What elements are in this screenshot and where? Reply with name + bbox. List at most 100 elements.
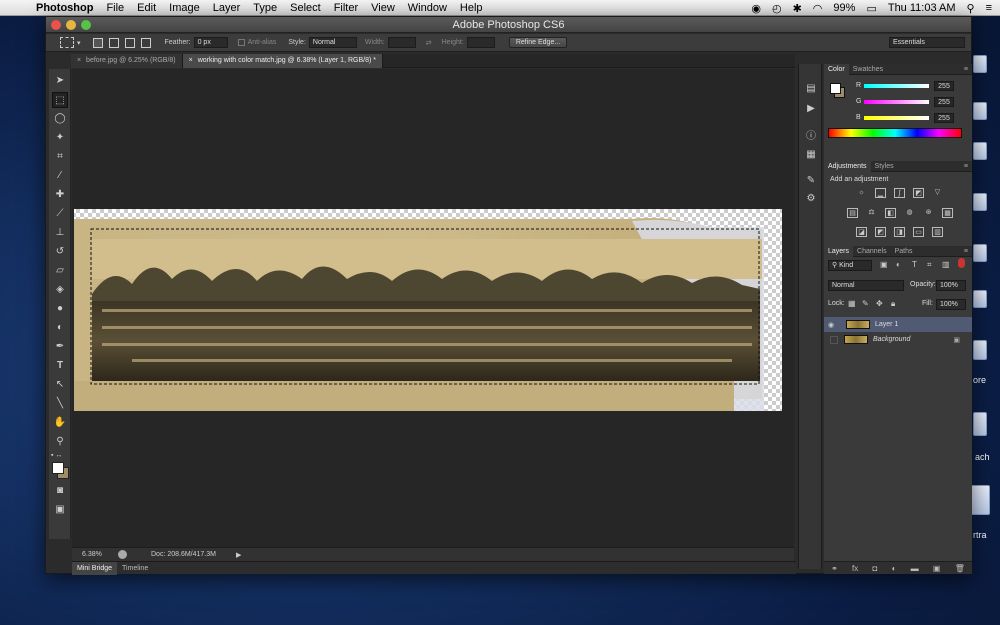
tab-color[interactable]: Color bbox=[824, 63, 849, 75]
antialias-checkbox[interactable] bbox=[237, 39, 245, 46]
tab-channels[interactable]: Channels bbox=[853, 246, 891, 257]
desktop-file-icon[interactable] bbox=[973, 193, 987, 211]
blue-value[interactable]: 255 bbox=[934, 113, 954, 123]
default-colors-icon[interactable]: ▪ ↔ bbox=[51, 452, 62, 459]
blue-slider[interactable] bbox=[864, 116, 929, 120]
lock-image-icon[interactable]: ✎ bbox=[862, 299, 869, 308]
invert-icon[interactable]: ◪ bbox=[856, 227, 867, 237]
color-balance-icon[interactable]: ⚖ bbox=[866, 208, 877, 218]
photo-filter-icon[interactable]: ◍ bbox=[904, 208, 915, 218]
tab-before[interactable]: × before.jpg @ 6.25% (RGB/8) bbox=[71, 54, 183, 68]
red-slider[interactable] bbox=[864, 84, 929, 88]
desktop-file-icon[interactable] bbox=[973, 340, 987, 360]
properties-panel-icon[interactable]: ▦ bbox=[803, 148, 819, 162]
color-lookup-icon[interactable]: ▦ bbox=[942, 208, 953, 218]
tool-preset-dropdown-icon[interactable]: ▾ bbox=[77, 39, 81, 47]
menubar-clock[interactable]: Thu 11:03 AM bbox=[888, 2, 956, 14]
eye-visibility-toggle[interactable] bbox=[830, 335, 838, 344]
link-layers-icon[interactable]: ⚭ bbox=[831, 564, 838, 573]
quick-mask-icon[interactable]: ◙ bbox=[52, 483, 68, 499]
add-mask-icon[interactable]: ◘ bbox=[873, 564, 878, 573]
black-white-icon[interactable]: ◧ bbox=[885, 208, 896, 218]
tab-adjustments[interactable]: Adjustments bbox=[824, 160, 871, 172]
pen-tool-icon[interactable]: ✒ bbox=[52, 339, 68, 355]
menu-file[interactable]: File bbox=[106, 2, 124, 14]
threshold-icon[interactable]: ◨ bbox=[894, 227, 905, 237]
menu-image[interactable]: Image bbox=[169, 2, 200, 14]
blend-mode-dropdown[interactable]: Normal bbox=[828, 280, 904, 291]
filter-pixel-icon[interactable]: ▣ bbox=[880, 260, 888, 269]
panel-menu-icon[interactable]: ≡ bbox=[964, 163, 968, 170]
new-layer-icon[interactable]: ▣ bbox=[933, 564, 941, 573]
swap-dimensions-icon[interactable]: ⇄ bbox=[426, 39, 432, 47]
crop-tool-icon[interactable]: ⌗ bbox=[52, 149, 68, 165]
green-value[interactable]: 255 bbox=[934, 97, 954, 107]
spotlight-icon[interactable]: ⚲ bbox=[967, 2, 975, 15]
height-input[interactable] bbox=[466, 37, 495, 48]
layer-filter-kind-dropdown[interactable]: ⚲ Kind bbox=[828, 260, 872, 271]
add-selection-icon[interactable] bbox=[108, 37, 119, 48]
layer-row[interactable]: Background ▣ bbox=[824, 332, 972, 347]
canvas-area[interactable] bbox=[72, 69, 794, 547]
menu-window[interactable]: Window bbox=[408, 2, 447, 14]
status-menu-icon[interactable] bbox=[118, 550, 127, 559]
wifi-status-icon[interactable]: ◉ bbox=[751, 2, 761, 15]
new-selection-icon[interactable] bbox=[92, 37, 103, 48]
subtract-selection-icon[interactable] bbox=[124, 37, 135, 48]
style-dropdown[interactable]: Normal bbox=[308, 37, 357, 48]
tab-mini-bridge[interactable]: Mini Bridge bbox=[72, 561, 118, 575]
tab-styles[interactable]: Styles bbox=[871, 161, 898, 172]
curves-icon[interactable]: ∫ bbox=[894, 188, 905, 198]
refine-edge-button[interactable]: Refine Edge... bbox=[508, 37, 568, 48]
time-machine-icon[interactable]: ◴ bbox=[772, 2, 782, 15]
tab-working[interactable]: × working with color match.jpg @ 6.38% (… bbox=[182, 54, 383, 68]
battery-percent[interactable]: 99% bbox=[833, 2, 855, 14]
red-value[interactable]: 255 bbox=[934, 81, 954, 91]
desktop-file-icon[interactable] bbox=[973, 244, 987, 262]
width-input[interactable] bbox=[387, 37, 416, 48]
desktop-file-icon[interactable] bbox=[973, 412, 987, 436]
opacity-input[interactable]: 100% bbox=[936, 280, 966, 291]
brush-panel-icon[interactable]: ✎ bbox=[803, 174, 819, 188]
brightness-contrast-icon[interactable]: ☼ bbox=[856, 188, 867, 198]
lock-all-icon[interactable]: 🔒︎ bbox=[891, 299, 895, 309]
menu-select[interactable]: Select bbox=[290, 2, 321, 14]
line-tool-icon[interactable]: ╲ bbox=[52, 396, 68, 412]
vibrance-icon[interactable]: ▽ bbox=[932, 188, 943, 198]
info-panel-icon[interactable]: ⓘ bbox=[803, 130, 819, 144]
history-brush-tool-icon[interactable]: ↺ bbox=[52, 244, 68, 260]
menu-edit[interactable]: Edit bbox=[137, 2, 156, 14]
filter-adjustment-icon[interactable]: ◐ bbox=[896, 260, 901, 269]
status-arrow-icon[interactable]: ▶ bbox=[236, 551, 241, 559]
tool-presets-icon[interactable]: ⚙ bbox=[803, 192, 819, 206]
desktop-file-icon[interactable] bbox=[970, 485, 990, 515]
panel-menu-icon[interactable]: ≡ bbox=[964, 248, 968, 255]
minimize-window-button[interactable] bbox=[66, 20, 76, 30]
hue-saturation-icon[interactable]: ▤ bbox=[847, 208, 858, 218]
dodge-tool-icon[interactable]: ◐ bbox=[52, 320, 68, 336]
menu-view[interactable]: View bbox=[371, 2, 395, 14]
filter-smart-object-icon[interactable]: ▥ bbox=[942, 260, 950, 269]
zoom-tool-icon[interactable]: ⚲ bbox=[52, 434, 68, 450]
panel-foreground-swatch[interactable] bbox=[830, 83, 841, 94]
selective-color-icon[interactable]: ▥ bbox=[932, 227, 943, 237]
color-spectrum-bar[interactable] bbox=[828, 128, 962, 138]
screen-mode-icon[interactable]: ▣ bbox=[52, 502, 68, 518]
fill-input[interactable]: 100% bbox=[936, 299, 966, 310]
tab-swatches[interactable]: Swatches bbox=[849, 64, 887, 75]
layer-row[interactable]: ◉ Layer 1 bbox=[824, 317, 972, 332]
delete-layer-icon[interactable]: 🗑︎ bbox=[955, 564, 965, 573]
move-tool-icon[interactable]: ➤ bbox=[52, 73, 68, 89]
history-panel-icon[interactable]: ▤ bbox=[803, 82, 819, 96]
battery-icon[interactable]: ▭ bbox=[866, 2, 876, 15]
hand-tool-icon[interactable]: ✋ bbox=[52, 415, 68, 431]
tab-timeline[interactable]: Timeline bbox=[117, 562, 153, 575]
new-adjustment-layer-icon[interactable]: ◐ bbox=[892, 564, 897, 573]
desktop-file-icon[interactable] bbox=[973, 290, 987, 308]
actions-panel-icon[interactable]: ▶ bbox=[803, 102, 819, 116]
quick-selection-tool-icon[interactable]: ✦ bbox=[52, 130, 68, 146]
lasso-tool-icon[interactable]: ◯ bbox=[52, 111, 68, 127]
filter-toggle-icon[interactable] bbox=[958, 258, 965, 268]
clone-stamp-tool-icon[interactable]: ⊥ bbox=[52, 225, 68, 241]
levels-icon[interactable]: ▁ bbox=[875, 188, 886, 198]
